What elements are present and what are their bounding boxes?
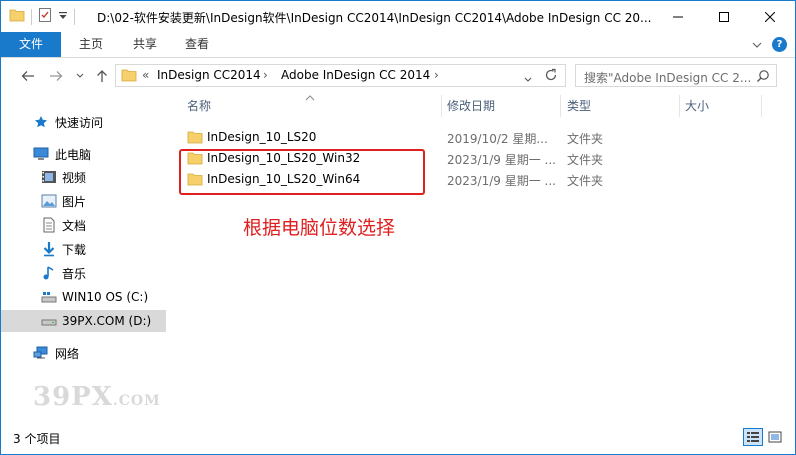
- breadcrumb-separator-icon[interactable]: ›: [434, 68, 439, 82]
- column-divider[interactable]: [679, 95, 680, 117]
- sidebar-item-documents[interactable]: 文档: [1, 214, 166, 236]
- back-button[interactable]: [19, 67, 37, 85]
- tab-share[interactable]: 共享: [119, 32, 171, 57]
- sidebar-item-quick-access[interactable]: 快速访问: [1, 111, 166, 133]
- file-list: 名称 修改日期 类型 大小 InDesign_10_LS20 2019/10/2…: [167, 93, 795, 423]
- ribbon-tabs: 文件 主页 共享 查看 ?: [1, 32, 795, 58]
- navigation-pane: 快速访问 此电脑 视频 图片 文档 下载 音乐 WIN10 OS (C:) 39…: [1, 93, 166, 423]
- search-icon[interactable]: [756, 69, 770, 86]
- expand-ribbon-icon[interactable]: [752, 38, 762, 52]
- sidebar-item-this-pc[interactable]: 此电脑: [1, 143, 166, 165]
- sidebar-item-downloads[interactable]: 下载: [1, 238, 166, 260]
- toolbar-divider: [31, 8, 32, 25]
- star-icon: [33, 114, 49, 130]
- title-bar: D:\02-软件安装更新\InDesign软件\InDesign CC2014\…: [1, 1, 795, 32]
- sidebar-item-drive-d[interactable]: 39PX.COM (D:): [1, 310, 166, 332]
- up-button[interactable]: [93, 67, 111, 85]
- column-header-date[interactable]: 修改日期: [447, 97, 495, 114]
- sidebar-item-music[interactable]: 音乐: [1, 262, 166, 284]
- file-date: 2023/1/9 星期一 ...: [447, 153, 556, 167]
- window-title: D:\02-软件安装更新\InDesign软件\InDesign CC2014\…: [97, 11, 652, 25]
- computer-icon: [33, 146, 49, 162]
- column-divider[interactable]: [761, 95, 762, 117]
- explorer-window: D:\02-软件安装更新\InDesign软件\InDesign CC2014\…: [0, 0, 796, 455]
- item-count: 3 个项目: [13, 432, 61, 446]
- address-bar[interactable]: « InDesign CC2014 › Adobe InDesign CC 20…: [115, 64, 566, 87]
- quick-access-toolbar: [9, 7, 75, 26]
- sort-ascending-icon: [305, 90, 315, 104]
- chevron-down-icon: [524, 77, 532, 82]
- breadcrumb-separator-icon[interactable]: ›: [263, 68, 268, 82]
- toolbar-divider: [74, 8, 75, 25]
- column-header-type[interactable]: 类型: [567, 97, 591, 114]
- file-row[interactable]: InDesign_10_LS20 2019/10/2 星期... 文件夹: [181, 127, 741, 148]
- sidebar-item-pictures[interactable]: 图片: [1, 190, 166, 212]
- sidebar-item-network[interactable]: 网络: [1, 342, 166, 364]
- recent-locations-button[interactable]: [71, 67, 89, 85]
- download-icon: [41, 241, 57, 257]
- column-header-name[interactable]: 名称: [187, 97, 211, 114]
- watermark: 39PX.COM: [33, 382, 161, 412]
- close-icon: [765, 11, 775, 22]
- network-icon: [33, 345, 49, 361]
- large-icons-view-button[interactable]: [765, 428, 785, 446]
- chevron-down-icon: [76, 73, 84, 78]
- file-name: InDesign_10_LS20: [207, 130, 317, 144]
- picture-icon: [41, 193, 57, 209]
- column-divider[interactable]: [560, 95, 561, 117]
- status-bar: 3 个项目: [1, 423, 795, 454]
- file-type: 文件夹: [567, 174, 604, 188]
- minimize-button[interactable]: [655, 1, 701, 32]
- help-icon[interactable]: ?: [772, 37, 787, 52]
- file-type: 文件夹: [567, 153, 604, 167]
- tab-home[interactable]: 主页: [65, 32, 117, 57]
- folder-icon: [187, 130, 203, 147]
- column-divider[interactable]: [441, 95, 442, 117]
- video-icon: [41, 169, 57, 185]
- forward-arrow-icon: [50, 71, 63, 81]
- search-input[interactable]: 搜索"Adobe InDesign CC 2...: [575, 64, 777, 87]
- breadcrumb-overflow[interactable]: «: [142, 68, 149, 82]
- folder-icon: [9, 8, 25, 25]
- tab-file[interactable]: 文件: [1, 32, 61, 57]
- large-icons-view-icon: [768, 431, 782, 443]
- sidebar-item-videos[interactable]: 视频: [1, 166, 166, 188]
- sidebar-item-drive-c[interactable]: WIN10 OS (C:): [1, 286, 166, 308]
- ribbon-controls: ?: [752, 37, 787, 52]
- back-arrow-icon: [21, 71, 34, 81]
- annotation-text: 根据电脑位数选择: [243, 217, 396, 239]
- music-icon: [41, 265, 57, 281]
- maximize-icon: [719, 11, 729, 22]
- up-arrow-icon: [97, 70, 107, 82]
- navigation-bar: « InDesign CC2014 › Adobe InDesign CC 20…: [1, 59, 795, 93]
- maximize-button[interactable]: [701, 1, 747, 32]
- highlight-box: [179, 149, 425, 195]
- refresh-button[interactable]: [544, 68, 558, 85]
- close-button[interactable]: [747, 1, 793, 32]
- address-dropdown-button[interactable]: [524, 72, 532, 86]
- drive-d-icon: [41, 313, 57, 329]
- file-date: 2023/1/9 星期一 ...: [447, 174, 556, 188]
- minimize-icon: [673, 16, 683, 17]
- file-date: 2019/10/2 星期...: [447, 132, 548, 146]
- details-view-icon: [747, 432, 759, 442]
- file-type: 文件夹: [567, 132, 604, 146]
- properties-icon[interactable]: [38, 7, 52, 26]
- breadcrumb-item[interactable]: InDesign CC2014: [157, 68, 261, 82]
- refresh-icon: [545, 68, 557, 81]
- folder-icon: [121, 68, 137, 85]
- forward-button[interactable]: [47, 67, 65, 85]
- column-header-size[interactable]: 大小: [685, 97, 709, 114]
- details-view-button[interactable]: [743, 428, 763, 446]
- document-icon: [41, 217, 57, 233]
- drive-c-icon: [41, 289, 57, 305]
- search-placeholder: 搜索"Adobe InDesign CC 2...: [584, 71, 752, 85]
- tab-view[interactable]: 查看: [171, 32, 223, 57]
- customize-toolbar-icon[interactable]: [58, 10, 68, 24]
- breadcrumb-item[interactable]: Adobe InDesign CC 2014: [281, 68, 430, 82]
